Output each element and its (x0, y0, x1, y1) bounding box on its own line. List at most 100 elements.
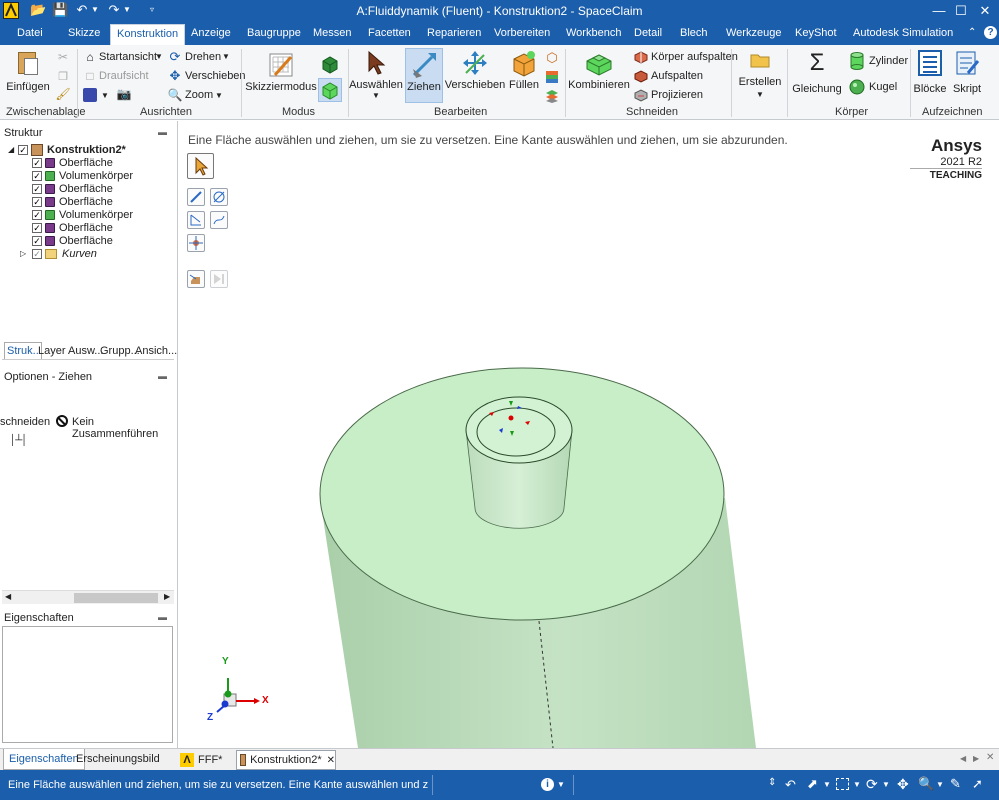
split-button[interactable]: Aufspalten (651, 70, 703, 82)
tab-structure[interactable]: Struk.. (4, 342, 42, 359)
rotate-status-dropdown-icon[interactable]: ▼ (882, 780, 890, 789)
format-painter-icon[interactable]: 🖌 (55, 87, 70, 101)
tree-item-curves[interactable]: ▷ ✓ Kurven (20, 247, 97, 260)
combine-button[interactable]: Kombinieren (568, 49, 630, 91)
pin-icon[interactable]: ▬ (158, 371, 167, 381)
home-view-icon[interactable]: ⌂ (83, 50, 97, 64)
zoom-button[interactable]: Zoom (185, 89, 213, 101)
tree-item[interactable]: ✓ Volumenkörper (32, 208, 133, 221)
tree-item[interactable]: ✓ Volumenkörper (32, 169, 133, 182)
tree-item[interactable]: ✓ Oberfläche (32, 195, 113, 208)
tab-skizze[interactable]: Skizze (68, 27, 100, 39)
visibility-checkbox[interactable]: ✓ (32, 157, 42, 168)
tab-blech[interactable]: Blech (680, 27, 708, 39)
box-select-icon[interactable] (836, 778, 849, 790)
section-mode-icon[interactable] (318, 52, 342, 76)
rotate-status-icon[interactable]: ⟳ (866, 776, 878, 793)
visibility-checkbox[interactable]: ✓ (32, 222, 42, 233)
tab-facetten[interactable]: Facetten (368, 27, 411, 39)
doc-tab-fff[interactable]: Λ FFF* (180, 751, 222, 769)
visibility-checkbox[interactable]: ✓ (18, 144, 28, 155)
tab-anzeige[interactable]: Anzeige (191, 27, 231, 39)
home-view-dropdown-icon[interactable]: ▼ (155, 52, 163, 61)
pan-button[interactable]: Verschieben (185, 70, 246, 82)
tab-views[interactable]: Ansich... (135, 345, 177, 357)
ruler-dimensions-icon[interactable]: │┴│ (10, 435, 28, 446)
visibility-checkbox[interactable]: ✓ (32, 196, 42, 207)
paste-button[interactable]: Einfügen (6, 49, 50, 93)
top-view-icon[interactable]: □ (83, 69, 97, 83)
pull-status-icon[interactable]: ➚ (972, 776, 983, 792)
close-button[interactable]: ✕ (970, 0, 999, 23)
tree-item[interactable]: ✓ Oberfläche (32, 234, 113, 247)
tab-vorbereiten[interactable]: Vorbereiten (494, 27, 550, 39)
horizontal-scrollbar[interactable]: ◀ ▶ (2, 590, 174, 604)
collapse-icon[interactable]: ◢ (8, 145, 18, 154)
rotate-dropdown-icon[interactable]: ▼ (222, 52, 230, 61)
tab-messen[interactable]: Messen (313, 27, 352, 39)
select-dropdown-icon[interactable]: ▼ (372, 91, 380, 100)
visibility-checkbox[interactable]: ✓ (32, 248, 42, 259)
visibility-checkbox[interactable]: ✓ (32, 209, 42, 220)
scroll-updown-icon[interactable]: ⇕ (768, 777, 776, 788)
blend-icon[interactable]: ⬡ (544, 50, 560, 66)
split-icon[interactable] (634, 69, 648, 83)
tab-scroll-left-icon[interactable]: ◀ (960, 754, 966, 763)
rotate-button[interactable]: Drehen (185, 51, 221, 63)
equation-button[interactable]: Σ Gleichung (792, 49, 842, 95)
pencil-status-icon[interactable]: ✎ (950, 776, 961, 792)
scroll-left-icon[interactable]: ◀ (5, 592, 11, 601)
tab-datei[interactable]: Datei (17, 27, 43, 39)
tab-selection[interactable]: Ausw... (68, 345, 103, 357)
view-cube-icon[interactable] (83, 88, 97, 102)
tab-konstruktion[interactable]: Konstruktion (110, 24, 186, 46)
model-view[interactable] (180, 124, 999, 748)
blocks-button[interactable]: Blöcke (913, 49, 947, 95)
box-select-dropdown-icon[interactable]: ▼ (853, 780, 861, 789)
fill-tool-button[interactable]: Füllen (506, 49, 542, 91)
create-dropdown-icon[interactable]: ▼ (756, 90, 764, 99)
tab-groups[interactable]: Grupp... (100, 345, 140, 357)
tree-item[interactable]: ✓ Oberfläche (32, 182, 113, 195)
pin-icon[interactable]: ▬ (158, 127, 167, 137)
view-selection-icon[interactable]: 📷 (117, 87, 132, 101)
select-status-icon[interactable]: ⬈ (807, 776, 818, 792)
cut-icon[interactable]: ✂ (56, 50, 70, 64)
create-button[interactable]: Erstellen ▼ (738, 51, 782, 99)
project-icon[interactable] (634, 88, 648, 102)
top-view-button[interactable]: Draufsicht (99, 70, 149, 82)
3d-mode-icon[interactable] (318, 78, 342, 102)
zoom-icon[interactable]: 🔍 (168, 88, 183, 102)
tab-autodesk-simulation[interactable]: Autodesk Simulation (853, 27, 953, 39)
visibility-checkbox[interactable]: ✓ (32, 170, 42, 181)
home-view-button[interactable]: Startansicht (99, 51, 157, 63)
visibility-checkbox[interactable]: ✓ (32, 183, 42, 194)
split-body-button[interactable]: Körper aufspalten (651, 51, 738, 63)
info-dropdown-icon[interactable]: ▼ (557, 780, 565, 789)
sphere-icon[interactable] (849, 79, 865, 95)
tab-appearance[interactable]: Erscheinungsbild (76, 753, 160, 765)
visibility-checkbox[interactable]: ✓ (32, 235, 42, 246)
tab-close-all-icon[interactable]: ✕ (986, 752, 994, 763)
tab-detail[interactable]: Detail (634, 27, 662, 39)
sphere-button[interactable]: Kugel (869, 81, 897, 93)
pan-status-icon[interactable]: ✥ (897, 776, 909, 793)
no-merge-icon[interactable] (56, 415, 68, 427)
tree-item[interactable]: ✓ Oberfläche (32, 221, 113, 234)
scroll-right-icon[interactable]: ▶ (164, 592, 170, 601)
select-tool-button[interactable]: Auswählen ▼ (349, 49, 403, 100)
zoom-dropdown-icon[interactable]: ▼ (215, 91, 223, 100)
tab-scroll-right-icon[interactable]: ▶ (973, 754, 979, 763)
pull-tool-button[interactable]: Ziehen (405, 48, 443, 103)
pin-icon[interactable]: ▬ (158, 612, 167, 622)
layers-stack-icon[interactable] (544, 69, 560, 85)
cylinder-button[interactable]: Zylinder (869, 55, 908, 67)
info-icon[interactable]: i (541, 778, 554, 791)
zoom-status-icon[interactable]: 🔍 (918, 776, 934, 792)
tab-werkzeuge[interactable]: Werkzeuge (726, 27, 781, 39)
select-dropdown-icon[interactable]: ▼ (823, 780, 831, 789)
project-button[interactable]: Projizieren (651, 89, 703, 101)
scroll-thumb[interactable] (74, 593, 158, 603)
3d-viewport[interactable]: Eine Fläche auswählen und ziehen, um sie… (180, 124, 999, 748)
undo-status-icon[interactable]: ↶ (785, 777, 796, 793)
